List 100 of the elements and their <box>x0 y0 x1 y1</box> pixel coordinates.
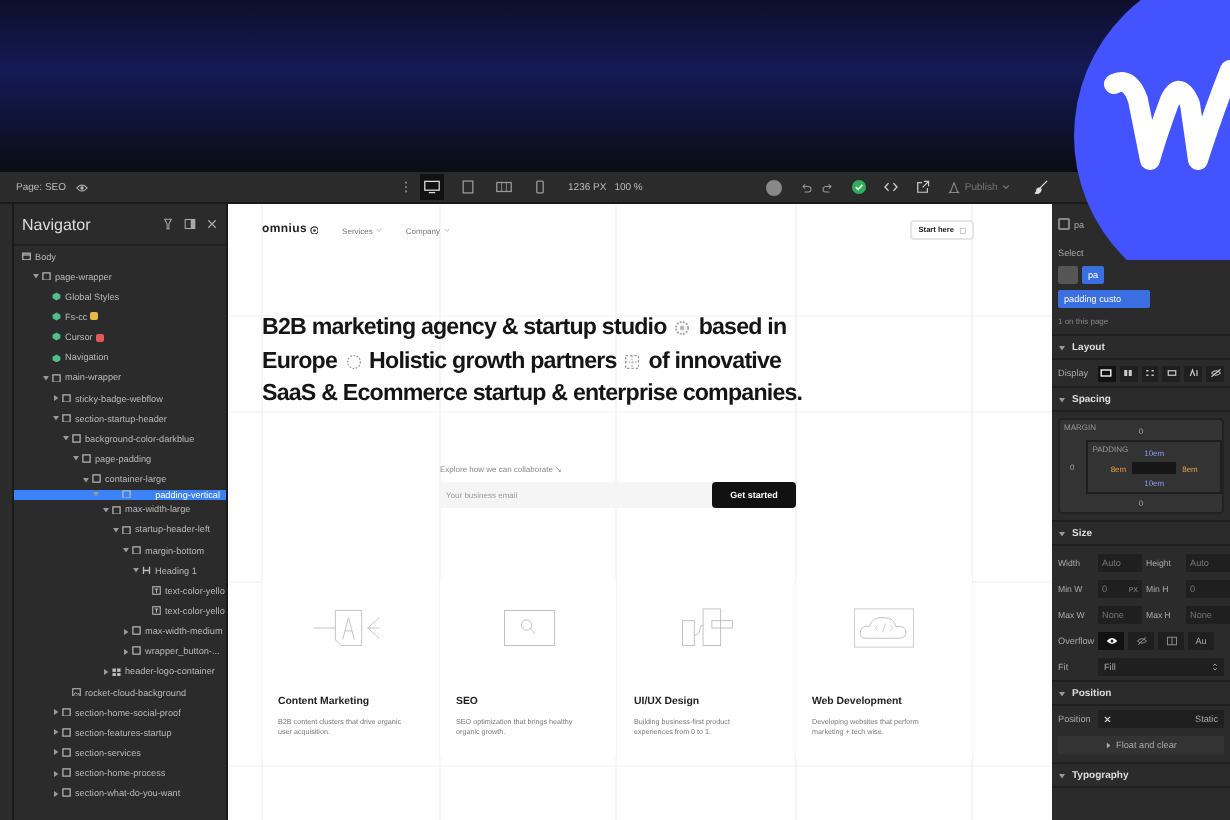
headline-text: of innovative <box>648 345 782 377</box>
arrow-icon <box>960 227 966 233</box>
gear-icon <box>674 320 691 337</box>
caret-icon[interactable] <box>1058 343 1066 351</box>
caret-icon[interactable] <box>1058 771 1066 779</box>
caret-icon[interactable] <box>122 647 130 656</box>
box-icon <box>52 373 61 383</box>
block-icon <box>1100 368 1113 378</box>
box-icon <box>72 434 81 444</box>
overflow-option[interactable] <box>1098 632 1124 650</box>
headline-text: based in <box>698 312 787 344</box>
grid-icon <box>1144 368 1157 378</box>
caret-icon[interactable] <box>52 414 60 423</box>
caret-icon[interactable] <box>72 454 80 463</box>
caret-icon <box>1001 184 1010 190</box>
hidden-icon <box>1209 368 1222 378</box>
box-icon <box>62 413 71 423</box>
panel-title: Navigator <box>22 215 93 233</box>
device-button[interactable] <box>420 174 445 200</box>
code-icon[interactable] <box>884 180 899 194</box>
close-icon[interactable] <box>206 218 218 230</box>
image-icon <box>72 687 81 697</box>
caret-icon[interactable] <box>122 546 130 555</box>
headline-text: Holistic growth partners <box>369 345 617 377</box>
headline-text: SaaS & Ecommerce startup & enterprise companies. <box>262 378 803 410</box>
box-icon <box>122 525 131 535</box>
redo-icon[interactable] <box>822 181 835 193</box>
rocket-icon <box>948 181 961 193</box>
headline-text: Europe <box>262 345 338 377</box>
box-icon <box>122 489 132 499</box>
content-box <box>1132 462 1177 474</box>
caret-icon[interactable] <box>52 394 60 403</box>
cross-icon <box>1104 715 1111 723</box>
display-option[interactable] <box>1141 365 1159 381</box>
avatar-icon[interactable] <box>766 179 783 195</box>
checkbox[interactable] <box>1058 218 1070 230</box>
check-icon[interactable] <box>852 180 867 194</box>
caret-icon[interactable] <box>52 789 60 798</box>
caret-icon[interactable] <box>42 373 50 382</box>
dock-icon[interactable] <box>184 218 196 230</box>
caret-icon[interactable] <box>1058 689 1066 697</box>
inline-block-icon <box>1165 368 1178 378</box>
caret-icon[interactable] <box>82 475 90 484</box>
text-block-icon <box>152 606 161 616</box>
caret-icon[interactable] <box>132 566 140 575</box>
display-option[interactable] <box>1184 365 1203 381</box>
caret-icon[interactable] <box>102 667 110 676</box>
brush-icon[interactable] <box>1033 180 1048 194</box>
box-icon <box>112 505 121 514</box>
body-icon <box>22 251 31 261</box>
dotted-circle-icon <box>345 353 362 370</box>
box-icon <box>132 646 141 656</box>
phone-icon <box>532 180 549 194</box>
display-option[interactable] <box>1098 365 1116 381</box>
eye-icon <box>1105 636 1117 646</box>
pin-icon[interactable] <box>162 218 174 230</box>
box-icon <box>62 768 71 778</box>
box-icon <box>92 474 101 484</box>
caret-icon[interactable] <box>102 505 110 514</box>
dotted-square-icon <box>624 353 641 370</box>
headline-text: B2B marketing agency & startup studio <box>262 312 667 344</box>
tablet-icon <box>460 180 477 194</box>
caret-icon[interactable] <box>122 627 130 636</box>
display-option[interactable] <box>1119 365 1138 381</box>
tablet-landscape-icon <box>496 180 513 194</box>
desktop-icon <box>424 180 441 194</box>
caret-icon[interactable] <box>62 434 70 443</box>
caret-icon <box>375 227 382 233</box>
box-icon <box>62 788 71 798</box>
caret-icon <box>1105 741 1111 749</box>
columns-icon <box>1122 368 1135 378</box>
caret-icon[interactable] <box>52 769 60 778</box>
inline-icon <box>1187 368 1200 378</box>
display-option[interactable] <box>1206 365 1224 381</box>
caret-icon[interactable] <box>1058 395 1066 403</box>
hidden-icon <box>1135 636 1147 646</box>
box-icon <box>82 454 91 464</box>
text-block-icon <box>152 586 161 596</box>
scroll-icon <box>1165 636 1177 646</box>
box-icon <box>62 748 71 758</box>
component-icon <box>52 353 61 363</box>
eye-icon[interactable] <box>76 181 89 193</box>
logo-mark-icon <box>309 225 319 235</box>
box-icon <box>132 545 141 555</box>
caret-icon <box>443 227 450 233</box>
grid-icon <box>112 667 121 677</box>
heading-icon <box>142 565 151 575</box>
undo-icon[interactable] <box>800 181 813 193</box>
box-icon <box>42 271 51 281</box>
caret-icon[interactable] <box>112 525 120 534</box>
export-icon[interactable] <box>916 180 931 194</box>
box-icon <box>132 626 141 636</box>
caret-icon[interactable] <box>52 748 60 757</box>
caret-icon[interactable] <box>1058 529 1066 537</box>
display-option[interactable] <box>1162 365 1181 381</box>
caret-icon[interactable] <box>32 272 40 281</box>
box-icon <box>62 728 71 738</box>
caret-icon[interactable] <box>52 708 60 717</box>
caret-icon[interactable] <box>52 728 60 737</box>
box-icon <box>62 707 71 717</box>
